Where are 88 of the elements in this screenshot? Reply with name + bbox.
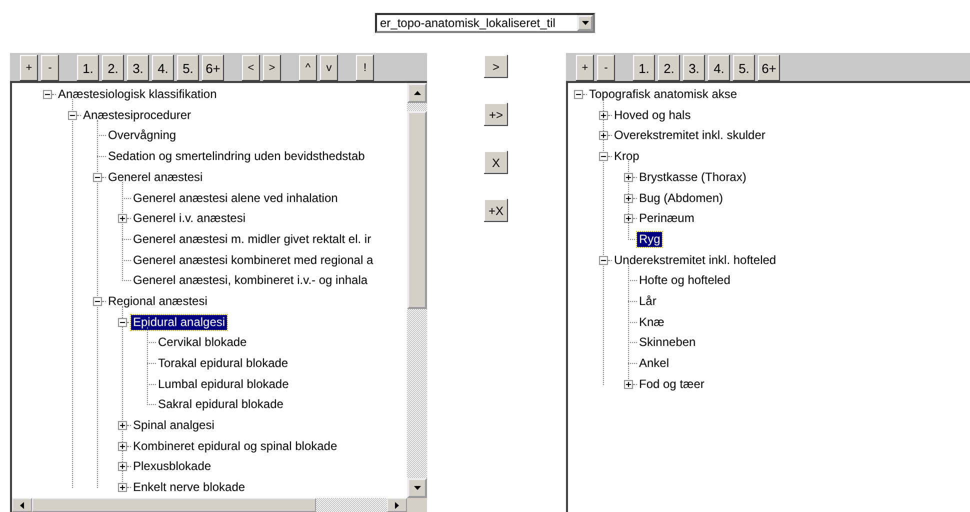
tree-item[interactable]: Generel i.v. anæstesi — [131, 211, 248, 226]
transfer-button[interactable]: > — [484, 55, 508, 78]
toolbar-button[interactable]: + — [576, 55, 594, 82]
collapse-icon[interactable] — [599, 152, 608, 162]
collapse-icon[interactable] — [599, 256, 608, 265]
tree-item[interactable]: Skinneben — [637, 335, 698, 350]
tree-item[interactable]: Spinal analgesi — [131, 418, 216, 434]
tree-item[interactable]: Anæstesiologisk klassifikation — [56, 87, 219, 102]
toolbar-button[interactable]: ^ — [299, 55, 317, 82]
toolbar-button[interactable]: v — [320, 55, 338, 82]
tree-item[interactable]: Plexusblokade — [131, 459, 214, 474]
tree-item[interactable]: Brystkasse (Thorax) — [637, 170, 748, 185]
horizontal-scrollbar[interactable] — [12, 498, 427, 512]
expand-icon[interactable] — [118, 421, 127, 430]
toolbar-button[interactable]: 1. — [633, 55, 655, 82]
up-arrow-icon — [414, 91, 420, 96]
expand-icon[interactable] — [624, 194, 633, 203]
expand-icon[interactable] — [624, 380, 633, 389]
collapse-icon[interactable] — [68, 110, 77, 120]
tree-item[interactable]: Generel anæstesi kombineret med regional a — [131, 252, 376, 268]
tree-item[interactable]: Generel anæstesi, kombineret i.v.- og inhala — [131, 273, 370, 288]
expand-icon[interactable] — [599, 131, 608, 140]
collapse-icon[interactable] — [43, 90, 52, 100]
toolbar-button[interactable]: 6+ — [202, 55, 224, 82]
tree-item[interactable]: Underekstremitet inkl. hofteled — [612, 252, 778, 268]
tree-item[interactable]: Epidural analgesi — [131, 314, 228, 330]
right-arrow-icon — [395, 502, 399, 508]
collapse-icon[interactable] — [93, 172, 102, 182]
toolbar-button[interactable]: < — [242, 55, 260, 82]
tree-item[interactable]: Ankel — [637, 356, 672, 372]
collapse-icon[interactable] — [93, 296, 102, 306]
relation-dropdown[interactable]: er_topo-anatomisk_lokaliseret_til — [375, 13, 595, 33]
toolbar-button[interactable]: 2. — [658, 55, 680, 82]
tree-item[interactable]: Krop — [612, 149, 642, 164]
expand-icon[interactable] — [118, 214, 127, 224]
collapse-icon[interactable] — [574, 90, 583, 100]
tree-item[interactable]: Hofte og hofteled — [637, 273, 732, 288]
down-arrow-icon — [414, 486, 420, 490]
expand-icon[interactable] — [624, 214, 633, 224]
transfer-button[interactable]: +X — [484, 199, 508, 222]
toolbar-button[interactable]: 6+ — [758, 55, 780, 82]
tree-item[interactable]: Kombineret epidural og spinal blokade — [131, 438, 340, 454]
tree-item[interactable]: Sedation og smertelindring uden bevidsthedstab — [106, 149, 367, 164]
tree-item[interactable]: Fod og tæer — [637, 376, 706, 392]
toolbar-button[interactable]: - — [597, 55, 615, 82]
tree-item[interactable]: Torakal epidural blokade — [156, 356, 290, 372]
tree-item[interactable]: Anæstesiprocedurer — [81, 108, 194, 123]
tree-item[interactable]: Sakral epidural blokade — [156, 397, 286, 412]
tree-item[interactable]: Overvågning — [106, 128, 178, 144]
left-arrow-icon — [20, 502, 24, 508]
tree-item[interactable]: Lumbal epidural blokade — [156, 376, 291, 392]
expand-icon[interactable] — [599, 110, 608, 120]
toolbar-button[interactable]: > — [263, 55, 281, 82]
transfer-button[interactable]: X — [484, 151, 508, 174]
tree-item[interactable]: Cervikal blokade — [156, 335, 249, 350]
toolbar-button[interactable]: 5. — [177, 55, 199, 82]
tree-item[interactable]: Enkelt nerve blokade — [131, 480, 248, 496]
tree-item[interactable]: Perinæum — [637, 211, 696, 226]
expand-icon[interactable] — [118, 462, 127, 472]
dropdown-arrow-icon — [582, 21, 588, 25]
expand-icon[interactable] — [624, 172, 633, 182]
tree-item[interactable]: Generel anæstesi m. midler givet rektalt el. ir — [131, 232, 374, 247]
tree-item[interactable]: Regional anæstesi — [106, 294, 210, 309]
scrollbar-corner — [407, 498, 427, 512]
tree-item[interactable]: Hoved og hals — [612, 108, 693, 123]
toolbar-button[interactable]: + — [20, 55, 38, 82]
toolbar-button[interactable]: 4. — [708, 55, 730, 82]
tree-item[interactable]: Topografisk anatomisk akse — [587, 87, 740, 102]
vertical-scrollbar[interactable] — [407, 83, 427, 498]
toolbar-button[interactable]: 4. — [152, 55, 174, 82]
tree-item[interactable]: Ryg — [637, 232, 662, 247]
expand-icon[interactable] — [118, 442, 127, 451]
toolbar-button[interactable]: 1. — [77, 55, 99, 82]
expand-icon[interactable] — [118, 483, 127, 492]
collapse-icon[interactable] — [118, 318, 127, 327]
tree-item[interactable]: Overekstremitet inkl. skulder — [612, 128, 768, 144]
transfer-button[interactable]: +> — [484, 103, 508, 126]
toolbar-button[interactable]: ! — [356, 55, 374, 82]
tree-item[interactable]: Generel anæstesi alene ved inhalation — [131, 190, 340, 206]
tree-item[interactable]: Bug (Abdomen) — [637, 190, 726, 206]
toolbar-button[interactable]: 2. — [102, 55, 124, 82]
tree-item[interactable]: Lår — [637, 294, 658, 309]
tree-item[interactable]: Knæ — [637, 314, 666, 330]
toolbar-button[interactable]: 3. — [683, 55, 705, 82]
toolbar-button[interactable]: 5. — [733, 55, 755, 82]
toolbar-button[interactable]: 3. — [127, 55, 149, 82]
toolbar-button[interactable]: - — [41, 55, 59, 82]
tree-item[interactable]: Generel anæstesi — [106, 170, 205, 185]
